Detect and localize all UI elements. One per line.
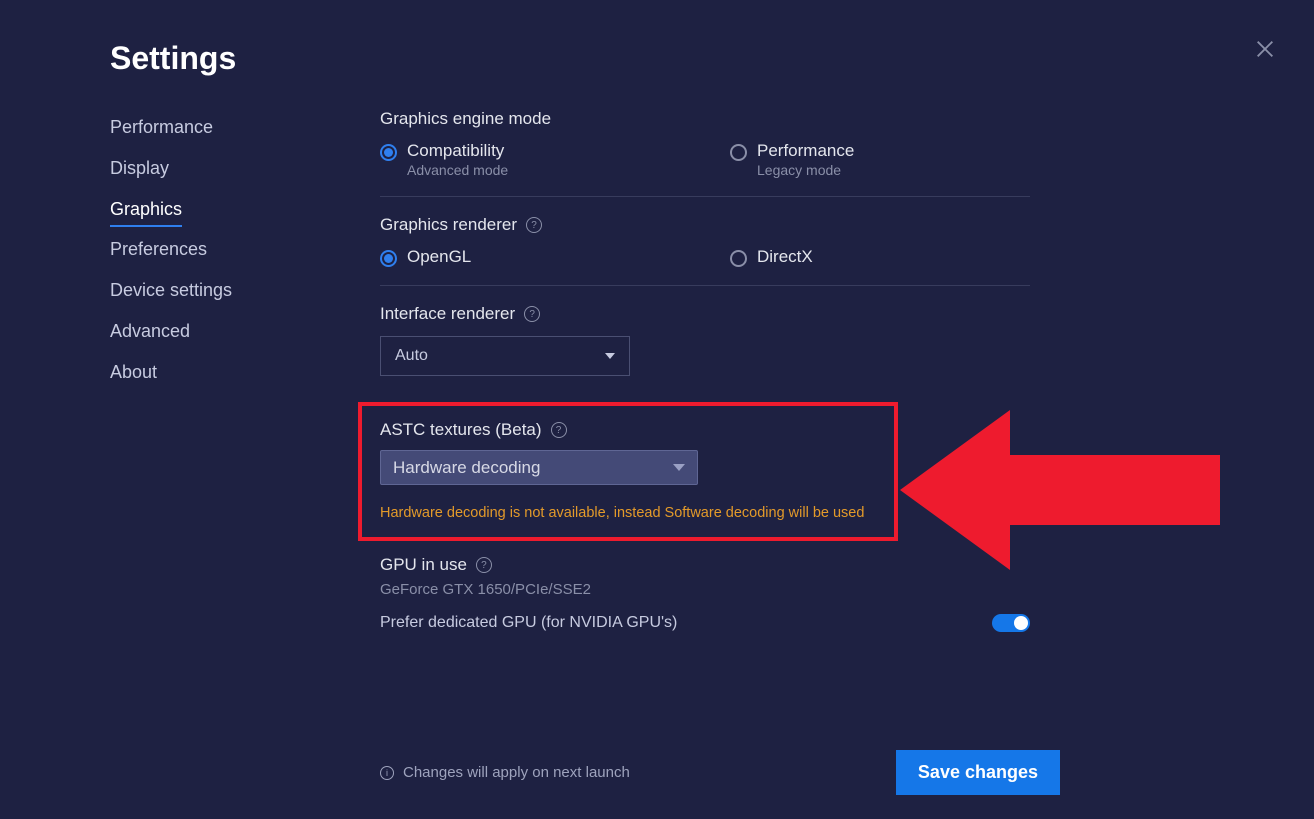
sidebar-item-about[interactable]: About: [110, 354, 157, 391]
chevron-down-icon: [673, 464, 685, 471]
sidebar-item-advanced[interactable]: Advanced: [110, 313, 190, 350]
astc-highlight-annotation: ASTC textures (Beta) ? Hardware decoding…: [358, 402, 898, 541]
select-value: Hardware decoding: [393, 458, 540, 478]
close-button[interactable]: [1254, 38, 1276, 60]
help-icon[interactable]: ?: [524, 306, 540, 322]
radio-icon[interactable]: [730, 144, 747, 161]
graphics-engine-mode-title: Graphics engine mode: [380, 109, 1144, 129]
graphics-engine-mode-label: Graphics engine mode: [380, 109, 551, 129]
radio-icon[interactable]: [730, 250, 747, 267]
radio-icon[interactable]: [380, 144, 397, 161]
radio-sublabel: Legacy mode: [757, 162, 854, 178]
graphics-renderer-label: Graphics renderer: [380, 215, 517, 235]
astc-select[interactable]: Hardware decoding: [380, 450, 698, 485]
interface-renderer-select[interactable]: Auto: [380, 336, 630, 376]
radio-sublabel: Advanced mode: [407, 162, 508, 178]
graphics-renderer-title: Graphics renderer ?: [380, 215, 1144, 235]
gpu-in-use-label: GPU in use: [380, 555, 467, 575]
gpu-in-use-title: GPU in use ?: [380, 555, 1144, 575]
astc-label: ASTC textures (Beta): [380, 420, 542, 440]
radio-option-directx[interactable]: DirectX: [730, 247, 1080, 267]
help-icon[interactable]: ?: [476, 557, 492, 573]
sidebar-item-preferences[interactable]: Preferences: [110, 231, 207, 268]
radio-option-performance[interactable]: Performance Legacy mode: [730, 141, 1080, 178]
prefer-dedicated-gpu-label: Prefer dedicated GPU (for NVIDIA GPU's): [380, 614, 677, 632]
radio-option-opengl[interactable]: OpenGL: [380, 247, 730, 267]
sidebar-item-display[interactable]: Display: [110, 150, 169, 187]
page-title: Settings: [110, 40, 1204, 77]
radio-icon[interactable]: [380, 250, 397, 267]
help-icon[interactable]: ?: [526, 217, 542, 233]
prefer-dedicated-gpu-toggle[interactable]: [992, 614, 1030, 632]
interface-renderer-title: Interface renderer ?: [380, 304, 1144, 324]
radio-label: Compatibility: [407, 141, 508, 161]
sidebar-item-performance[interactable]: Performance: [110, 109, 213, 146]
select-value: Auto: [395, 347, 428, 365]
help-icon[interactable]: ?: [551, 422, 567, 438]
divider: [380, 196, 1030, 197]
gpu-name: GeForce GTX 1650/PCIe/SSE2: [380, 581, 1144, 598]
sidebar-item-graphics[interactable]: Graphics: [110, 191, 182, 227]
footer-note-text: Changes will apply on next launch: [403, 764, 630, 781]
radio-option-compatibility[interactable]: Compatibility Advanced mode: [380, 141, 730, 178]
chevron-down-icon: [605, 353, 615, 359]
settings-panel: Graphics engine mode Compatibility Advan…: [380, 109, 1204, 819]
radio-label: DirectX: [757, 247, 813, 267]
settings-sidebar: Performance Display Graphics Preferences…: [110, 109, 380, 819]
radio-label: OpenGL: [407, 247, 471, 267]
info-icon: i: [380, 766, 394, 780]
sidebar-item-device-settings[interactable]: Device settings: [110, 272, 232, 309]
divider: [380, 285, 1030, 286]
astc-title: ASTC textures (Beta) ?: [380, 420, 876, 440]
save-changes-button[interactable]: Save changes: [896, 750, 1060, 795]
astc-warning: Hardware decoding is not available, inst…: [380, 505, 876, 521]
radio-label: Performance: [757, 141, 854, 161]
interface-renderer-label: Interface renderer: [380, 304, 515, 324]
footer-note: i Changes will apply on next launch: [380, 764, 630, 781]
